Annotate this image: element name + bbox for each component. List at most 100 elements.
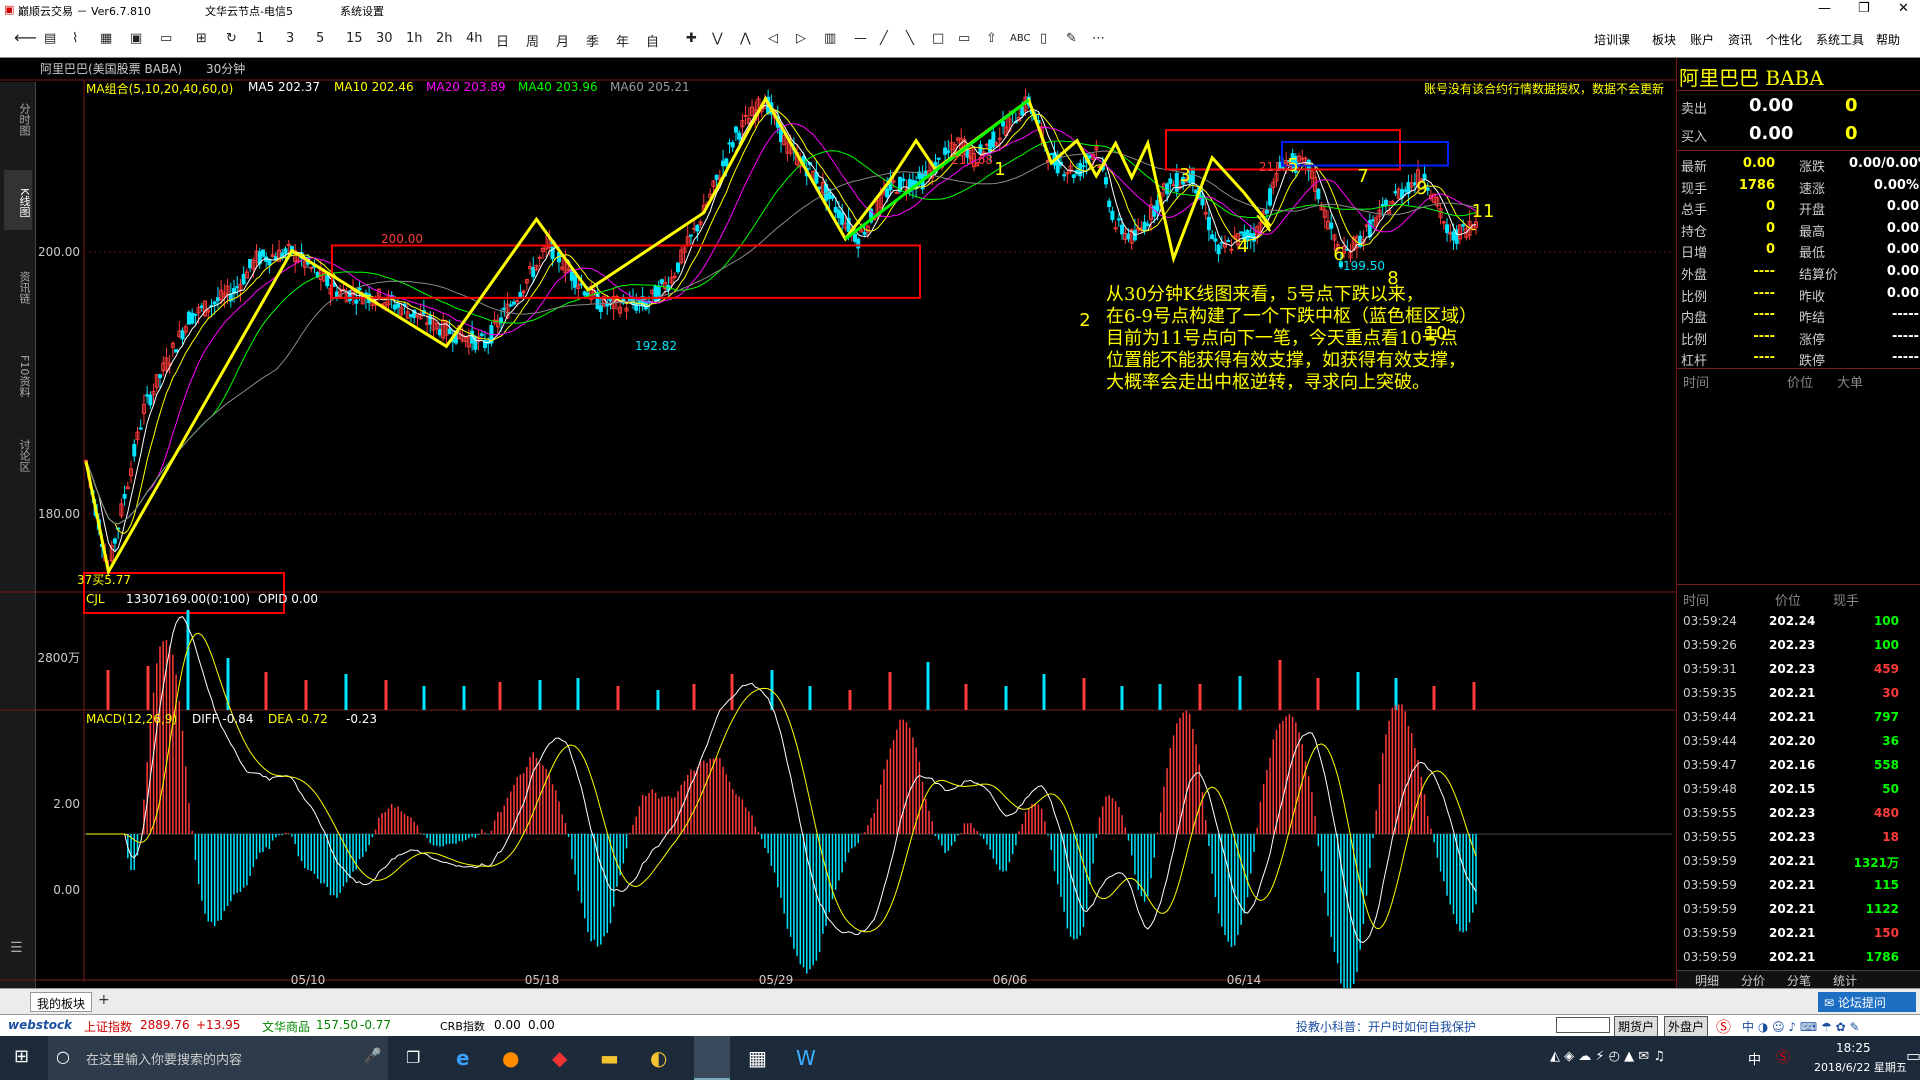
quote-tab-0[interactable]: 明细 bbox=[1695, 972, 1719, 989]
futures-account-button[interactable]: 期货户 bbox=[1614, 1016, 1659, 1037]
menu-item-1[interactable]: 板块 bbox=[1652, 31, 1676, 48]
crb-index-change: 0.00 bbox=[528, 1018, 555, 1032]
doc-icon[interactable]: ▤ bbox=[44, 31, 56, 46]
task-view-icon[interactable]: ❐ bbox=[406, 1048, 420, 1067]
system-settings-label[interactable]: 系统设置 bbox=[340, 3, 384, 19]
board-icon[interactable]: ▣ bbox=[130, 31, 142, 46]
wh-index-label[interactable]: 文华商品 bbox=[262, 1018, 310, 1035]
period-11[interactable]: 季 bbox=[586, 31, 599, 50]
period-5[interactable]: 1h bbox=[406, 31, 423, 46]
maximize-icon[interactable]: ❐ bbox=[1858, 1, 1870, 16]
period-1[interactable]: 3 bbox=[286, 31, 294, 46]
sh-index-label[interactable]: 上证指数 bbox=[84, 1018, 132, 1035]
candle-body bbox=[659, 279, 664, 284]
menu-item-2[interactable]: 账户 bbox=[1690, 31, 1714, 48]
back-icon[interactable]: ⟵ bbox=[14, 28, 37, 47]
quote-field-row: 内盘 ---- 昨结 ----- bbox=[1681, 307, 1919, 327]
status-bar: 我的板块 + ✉ 论坛提问 bbox=[0, 988, 1920, 1014]
double-down-icon[interactable]: ⋁ bbox=[712, 31, 723, 46]
period-4[interactable]: 30 bbox=[376, 31, 393, 46]
taskbar-search[interactable]: ○ 在这里输入你要搜索的内容 🎤 bbox=[48, 1036, 388, 1080]
next-icon[interactable]: ▷ bbox=[796, 31, 806, 46]
rect-icon[interactable]: □ bbox=[932, 31, 944, 46]
browser-icon[interactable]: ● bbox=[502, 1046, 519, 1070]
arrow-up-icon[interactable]: ⇧ bbox=[986, 31, 997, 46]
forum-ask-button[interactable]: ✉ 论坛提问 bbox=[1818, 992, 1916, 1012]
folder-icon[interactable]: ▬ bbox=[600, 1046, 619, 1070]
double-up-icon[interactable]: ⋀ bbox=[740, 31, 751, 46]
add-board-button[interactable]: + bbox=[98, 992, 110, 1008]
wave-label: 9 bbox=[1416, 178, 1427, 199]
macd-indicator-name[interactable]: MACD(12,26,9) bbox=[86, 712, 177, 726]
notification-icon[interactable]: ▭ bbox=[1906, 1046, 1920, 1065]
mic-icon[interactable]: 🎤 bbox=[364, 1048, 381, 1064]
code-input[interactable] bbox=[1556, 1017, 1610, 1033]
calculator-icon[interactable]: ▦ bbox=[748, 1046, 767, 1070]
period-9[interactable]: 周 bbox=[526, 31, 539, 50]
menu-item-3[interactable]: 资讯 bbox=[1728, 31, 1752, 48]
app2-icon[interactable]: ◐ bbox=[650, 1046, 667, 1070]
ruler-icon[interactable]: ▭ bbox=[958, 31, 970, 46]
crosshair-icon[interactable]: ✚ bbox=[686, 31, 697, 46]
more-icon[interactable]: ⋯ bbox=[1092, 31, 1105, 46]
tick-row: 03:59:59 202.21 1122 bbox=[1683, 902, 1899, 916]
my-board-tab[interactable]: 我的板块 bbox=[30, 992, 93, 1012]
tray-icons[interactable]: ◭ ◈ ☁ ⚡ ◴ ▲ ✉ ♫ bbox=[1550, 1049, 1665, 1064]
crb-index-label[interactable]: CRB指数 bbox=[440, 1018, 485, 1034]
refresh-icon[interactable]: ↻ bbox=[226, 31, 237, 46]
period-2[interactable]: 5 bbox=[316, 31, 324, 46]
quote-tab-3[interactable]: 统计 bbox=[1833, 972, 1857, 989]
pen-icon[interactable]: ✎ bbox=[1066, 31, 1077, 46]
candle-body bbox=[721, 160, 726, 167]
tick-row: 03:59:48 202.15 50 bbox=[1683, 782, 1899, 796]
volume-indicator-name[interactable]: CJL bbox=[86, 592, 105, 606]
kline-chart[interactable]: 200.00 180.00 2800万 2.00 0.00 05/10 05/18 05/29… bbox=[0, 58, 1676, 988]
save-icon[interactable]: ▭ bbox=[160, 31, 172, 46]
period-10[interactable]: 月 bbox=[556, 31, 569, 50]
text-tool-icon[interactable]: ABC bbox=[1010, 33, 1031, 44]
menu-item-6[interactable]: 帮助 bbox=[1876, 31, 1900, 48]
ma-group-label[interactable]: MA组合(5,10,20,40,60,0) bbox=[86, 80, 233, 97]
candle-body bbox=[730, 142, 735, 148]
investor-tip-link[interactable]: 投教小科普：开户时如何自我保护 bbox=[1296, 1018, 1476, 1035]
tick-row: 03:59:35 202.21 30 bbox=[1683, 686, 1899, 700]
note-icon[interactable]: ▯ bbox=[1040, 31, 1047, 46]
menu-item-5[interactable]: 系统工具 bbox=[1816, 31, 1864, 48]
period-6[interactable]: 2h bbox=[436, 31, 453, 46]
prev-icon[interactable]: ◁ bbox=[768, 31, 778, 46]
edge-icon[interactable]: e bbox=[456, 1046, 470, 1070]
ime-indicator[interactable]: 中 bbox=[1748, 1049, 1761, 1068]
candle-body bbox=[347, 290, 352, 302]
diagonal-icon[interactable]: ╱ bbox=[880, 31, 888, 46]
scale-icon[interactable]: ⊞ bbox=[196, 31, 207, 46]
wenhua-taskbar-icon[interactable] bbox=[694, 1036, 730, 1080]
period-7[interactable]: 4h bbox=[466, 31, 483, 46]
w-app-icon[interactable]: W bbox=[796, 1046, 816, 1070]
period-label[interactable]: 30分钟 bbox=[206, 60, 245, 77]
period-8[interactable]: 日 bbox=[496, 31, 509, 50]
period-3[interactable]: 15 bbox=[346, 31, 363, 46]
app-icon[interactable]: ◆ bbox=[552, 1046, 567, 1070]
sogou-ime-icon[interactable]: Ⓢ bbox=[1716, 1016, 1731, 1037]
candle-body bbox=[511, 301, 516, 305]
menu-item-4[interactable]: 个性化 bbox=[1766, 31, 1802, 48]
quote-tab-2[interactable]: 分笔 bbox=[1787, 972, 1811, 989]
ray-icon[interactable]: ╲ bbox=[906, 31, 914, 46]
candle-body bbox=[582, 291, 587, 296]
sogou-tray-icon[interactable]: Ⓢ bbox=[1776, 1047, 1790, 1067]
windows-start-icon[interactable]: ⊞ bbox=[14, 1046, 29, 1067]
minimize-icon[interactable]: — bbox=[1818, 1, 1831, 16]
close-icon[interactable]: ✕ bbox=[1898, 1, 1909, 16]
period-0[interactable]: 1 bbox=[256, 31, 264, 46]
layout-icon[interactable]: ▥ bbox=[824, 31, 836, 46]
quote-tab-1[interactable]: 分价 bbox=[1741, 972, 1765, 989]
period-13[interactable]: 自 bbox=[646, 31, 659, 50]
hline-icon[interactable]: — bbox=[854, 31, 867, 46]
macd-dea: DEA -0.72 bbox=[268, 712, 328, 726]
menu-item-0[interactable]: 培训课 bbox=[1594, 31, 1630, 48]
foreign-account-button[interactable]: 外盘户 bbox=[1664, 1016, 1709, 1037]
period-12[interactable]: 年 bbox=[616, 31, 629, 50]
chart-line-icon[interactable]: ⌇ bbox=[72, 31, 78, 46]
ime-toolbar-icon[interactable]: 中 ◑ ☺ ♪ ⌨ ☂ ✿ ✎ bbox=[1742, 1018, 1860, 1035]
grid-icon[interactable]: ▦ bbox=[100, 31, 112, 46]
